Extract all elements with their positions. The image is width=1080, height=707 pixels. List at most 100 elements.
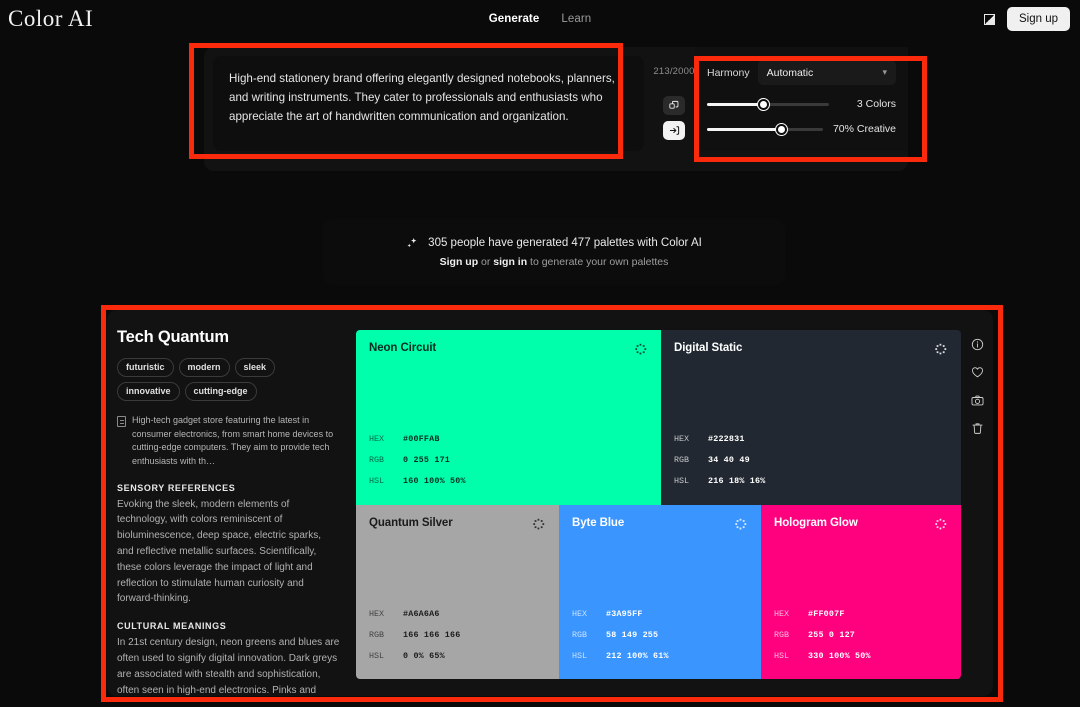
creative-slider-knob[interactable] [775,123,787,135]
value-hsl[interactable]: 330 100% 50% [808,646,871,667]
creative-slider[interactable] [707,123,823,135]
value-hsl[interactable]: 216 18% 16% [708,471,765,492]
contrast-icon[interactable] [983,13,995,25]
value-hex[interactable]: #FF007F [808,604,845,625]
harmony-label: Harmony [707,66,750,79]
value-key-hex: HEX [369,434,385,445]
stats-secondary-line: Sign up or sign in to generate your own … [440,256,669,268]
swatch-grid: Neon Circuit HEX #00FFAB RGB 0 255 171 HSL… [356,330,961,679]
camera-icon[interactable] [970,393,985,408]
value-rgb[interactable]: 166 166 166 [403,625,460,646]
drag-dots-icon[interactable] [635,343,648,356]
value-key-hex: HEX [369,608,385,619]
colors-slider-row: 3 Colors [707,98,896,110]
palette-tag[interactable]: futuristic [117,358,174,377]
drag-dots-icon[interactable] [935,518,948,531]
harmony-panel: Harmony Automatic ▾ 3 Colors 70% Creativ… [695,47,908,151]
nav-item-generate[interactable]: Generate [489,13,540,25]
palette-info-column: Tech Quantum futuristic modern sleek inn… [107,310,356,696]
value-key-hex: HEX [674,434,690,445]
swatch-values: HEX #00FFAB RGB 0 255 171 HSL 160 100% 50% [369,429,648,492]
swatch-name: Byte Blue [572,516,625,529]
swatch-hologram-glow[interactable]: Hologram Glow HEX #FF007F RGB 255 0 127 HS… [761,504,961,679]
app-header: Color AI Generate Learn Sign up [0,0,1080,38]
signup-button[interactable]: Sign up [1006,7,1070,31]
swatch-name: Digital Static [674,342,743,354]
creative-slider-value: 70% Creative [832,123,896,135]
value-hex[interactable]: #00FFAB [403,429,440,450]
colors-slider[interactable] [707,98,829,110]
drag-dots-icon[interactable] [533,518,546,531]
swatch-values: HEX #3A95FF RGB 58 149 255 HSL 212 100% 61% [572,604,748,667]
value-key-hsl: HSL [572,650,588,661]
harmony-select[interactable]: Automatic ▾ [757,60,896,85]
value-hsl[interactable]: 160 100% 50% [403,471,466,492]
swatch-byte-blue[interactable]: Byte Blue HEX #3A95FF RGB 58 149 255 HSL 21… [559,504,761,679]
value-hsl[interactable]: 0 0% 65% [403,646,445,667]
palette-tag[interactable]: innovative [117,382,180,401]
value-key-hex: HEX [572,608,588,619]
value-hex[interactable]: #3A95FF [606,604,643,625]
shuffle-icon[interactable] [663,96,685,115]
header-actions: Sign up [983,7,1070,31]
swatch-digital-static[interactable]: Digital Static HEX #222831 RGB 34 40 49 HS… [661,330,961,505]
palette-tag[interactable]: cutting-edge [184,382,257,401]
drag-dots-icon[interactable] [935,343,948,356]
palette-tag[interactable]: sleek [234,358,276,377]
section-body-cultural: In 21st century design, neon greens and … [117,637,340,696]
value-hsl[interactable]: 212 100% 61% [606,646,669,667]
value-key-rgb: RGB [774,629,790,640]
arrow-into-box-icon[interactable] [663,121,685,140]
section-body-sensory: Evoking the sleek, modern elements of te… [117,498,321,605]
main-nav: Generate Learn [0,13,1080,25]
swatch-neon-circuit[interactable]: Neon Circuit HEX #00FFAB RGB 0 255 171 HSL… [356,330,661,505]
swatch-values: HEX #A6A6A6 RGB 166 166 166 HSL 0 0% 65% [369,604,546,667]
heart-icon[interactable] [970,365,985,380]
value-hex[interactable]: #222831 [708,429,745,450]
palette-tag[interactable]: modern [178,358,230,377]
value-rgb[interactable]: 34 40 49 [708,450,750,471]
value-key-rgb: RGB [369,455,385,466]
colors-slider-knob[interactable] [757,98,769,110]
swatch-values: HEX #FF007F RGB 255 0 127 HSL 330 100% 50% [774,604,948,667]
character-counter: 213/2000 [653,66,695,77]
value-hex[interactable]: #A6A6A6 [403,604,440,625]
prompt-input[interactable]: High-end stationery brand offering elega… [213,56,644,151]
value-key-hsl: HSL [774,650,790,661]
value-key-rgb: RGB [674,455,690,466]
harmony-selected-value: Automatic [766,66,814,79]
value-rgb[interactable]: 0 255 171 [403,450,450,471]
nav-item-learn[interactable]: Learn [561,13,591,25]
stats-tail: to generate your own palettes [527,255,669,268]
document-icon [117,416,126,427]
swatch-name: Quantum Silver [369,516,453,529]
stats-signup-link[interactable]: Sign up [440,256,479,268]
palette-result-panel: Tech Quantum futuristic modern sleek inn… [107,310,993,696]
swatch-row-top: Neon Circuit HEX #00FFAB RGB 0 255 171 HSL… [356,330,961,505]
trash-icon[interactable] [970,421,985,436]
info-icon[interactable] [970,337,985,352]
swatch-name: Neon Circuit [369,342,437,354]
value-rgb[interactable]: 58 149 255 [606,625,658,646]
palette-tags: futuristic modern sleek innovative cutti… [117,358,340,401]
app-logo[interactable]: Color AI [4,6,93,32]
prompt-buttons [663,96,685,140]
harmony-select-row: Harmony Automatic ▾ [707,60,896,85]
value-key-rgb: RGB [369,629,385,640]
value-key-hsl: HSL [369,650,385,661]
palette-actions [961,310,993,696]
colors-slider-value: 3 Colors [856,98,896,110]
swatch-name: Hologram Glow [774,516,858,529]
chevron-down-icon: ▾ [882,67,887,77]
drag-dots-icon[interactable] [735,518,748,531]
swatch-values: HEX #222831 RGB 34 40 49 HSL 216 18% 16% [674,429,948,492]
stats-text: 305 people have generated 477 palettes w… [428,237,702,249]
value-key-hsl: HSL [369,476,385,487]
palette-title: Tech Quantum [117,328,229,346]
stats-signin-link[interactable]: sign in [493,256,527,268]
value-rgb[interactable]: 255 0 127 [808,625,855,646]
stats-banner: 305 people have generated 477 palettes w… [323,219,785,285]
value-key-rgb: RGB [572,629,588,640]
swatch-quantum-silver[interactable]: Quantum Silver HEX #A6A6A6 RGB 166 166 166… [356,504,559,679]
prompt-text[interactable]: High-end stationery brand offering elega… [229,70,628,126]
